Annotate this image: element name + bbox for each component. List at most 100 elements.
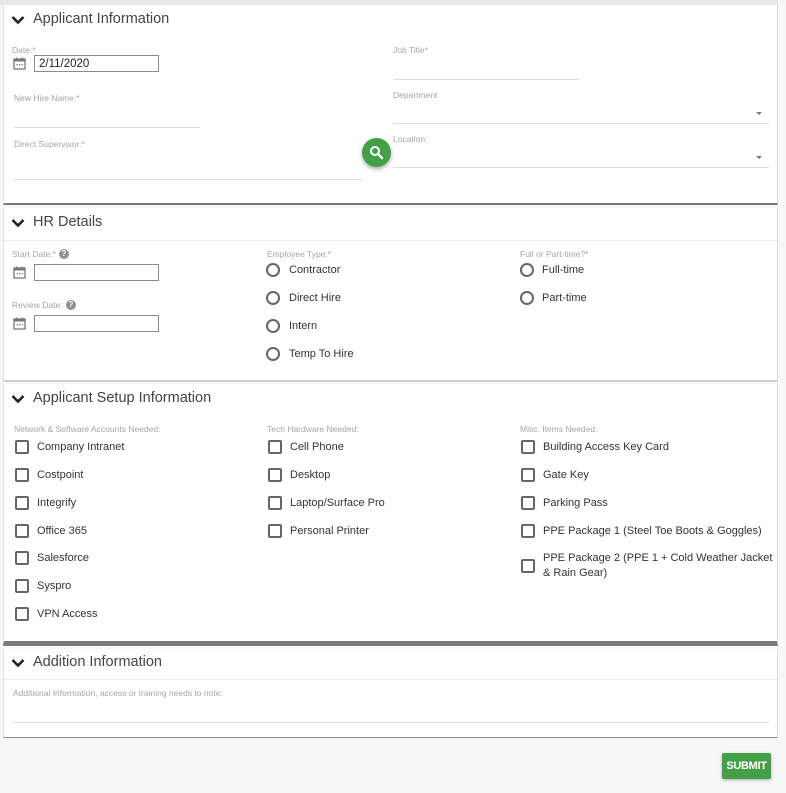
option-label[interactable]: Contractor (289, 263, 340, 278)
date-label: Date:* (12, 45, 36, 55)
calendar-icon[interactable] (13, 57, 26, 70)
radio-button[interactable] (266, 347, 280, 361)
new-hire-name-input[interactable] (14, 103, 200, 127)
hr-details-section: HR Details Start Date:* ? Review Date: ?… (3, 208, 778, 382)
checkbox[interactable] (15, 607, 29, 621)
checkbox[interactable] (15, 468, 29, 482)
help-icon[interactable]: ? (66, 300, 76, 310)
checkbox-label[interactable]: Office 365 (37, 524, 87, 539)
tech-hardware-label: Tech Hardware Needed: (267, 424, 359, 434)
direct-supervisor-input[interactable] (14, 151, 362, 179)
checkbox[interactable] (268, 524, 282, 538)
section-title: Applicant Setup Information (33, 390, 212, 406)
checkbox-label[interactable]: VPN Access (37, 607, 98, 622)
checkbox[interactable] (268, 440, 282, 454)
checkbox-label[interactable]: Desktop (290, 468, 330, 483)
checkbox-label[interactable]: Company Intranet (37, 440, 124, 455)
addition-information-section: Addition Information Additional Informat… (3, 649, 778, 738)
help-icon[interactable]: ? (59, 249, 69, 259)
checkbox-label[interactable]: Parking Pass (543, 496, 608, 511)
checkbox[interactable] (521, 524, 535, 538)
section-header[interactable]: Applicant Information (4, 5, 777, 37)
chevron-down-icon[interactable] (11, 394, 25, 404)
radio-button[interactable] (520, 263, 534, 277)
network-accounts-label: Network & Software Accounts Needed: (14, 424, 161, 434)
department-underline (393, 123, 769, 124)
department-select[interactable] (393, 101, 769, 123)
checkbox[interactable] (268, 468, 282, 482)
department-label: Department (393, 90, 438, 100)
review-date-label: Review Date: (12, 300, 63, 310)
direct-supervisor-label: Direct Supervisor:* (14, 139, 85, 149)
search-icon (370, 146, 384, 160)
additional-notes-input[interactable] (13, 699, 769, 722)
checkbox-label[interactable]: Cell Phone (290, 440, 344, 455)
location-underline (393, 167, 769, 168)
checkbox[interactable] (521, 496, 535, 510)
start-date-input[interactable] (34, 264, 159, 281)
checkbox[interactable] (15, 524, 29, 538)
start-date-label: Start Date:* (12, 249, 56, 259)
radio-button[interactable] (266, 291, 280, 305)
section-header[interactable]: Applicant Setup Information (4, 384, 777, 416)
checkbox[interactable] (15, 551, 29, 565)
date-input[interactable] (34, 55, 159, 72)
section-title: Addition Information (33, 654, 162, 670)
chevron-down-icon[interactable] (11, 218, 25, 228)
review-date-input[interactable] (34, 315, 159, 332)
checkbox-label[interactable]: Integrify (37, 496, 76, 511)
checkbox-label[interactable]: Gate Key (543, 468, 589, 483)
submit-button[interactable]: SUBMIT (722, 753, 771, 779)
option-label[interactable]: Direct Hire (289, 291, 341, 306)
option-label[interactable]: Part-time (542, 291, 587, 306)
calendar-icon[interactable] (13, 266, 26, 279)
option-label[interactable]: Full-time (542, 263, 584, 278)
location-dropdown-caret-icon[interactable] (756, 156, 762, 159)
checkbox[interactable] (268, 496, 282, 510)
checkbox[interactable] (15, 440, 29, 454)
employee-type-label: Employee Type:* (267, 249, 332, 259)
checkbox[interactable] (15, 579, 29, 593)
section-title: Applicant Information (33, 11, 170, 27)
job-title-label: Job Title* (393, 45, 428, 55)
location-label: Location: (393, 134, 428, 144)
chevron-down-icon[interactable] (11, 15, 25, 25)
checkbox[interactable] (521, 440, 535, 454)
checkbox-label-continued[interactable]: & Rain Gear) (543, 566, 607, 581)
misc-items-label: Misc. Items Needed: (520, 424, 598, 434)
additional-notes-underline (13, 722, 769, 723)
department-dropdown-caret-icon[interactable] (756, 112, 762, 115)
direct-supervisor-underline (14, 179, 362, 180)
section-header[interactable]: HR Details (4, 208, 777, 241)
chevron-down-icon[interactable] (11, 658, 25, 668)
radio-button[interactable] (520, 291, 534, 305)
option-label[interactable]: Intern (289, 319, 317, 334)
checkbox-label[interactable]: Building Access Key Card (543, 440, 669, 455)
checkbox[interactable] (521, 559, 535, 573)
radio-button[interactable] (266, 319, 280, 333)
full-part-time-label: Full or Part-time?* (520, 249, 589, 259)
job-title-input[interactable] (393, 55, 579, 79)
checkbox-label[interactable]: PPE Package 2 (PPE 1 + Cold Weather Jack… (543, 551, 772, 566)
checkbox[interactable] (15, 496, 29, 510)
checkbox-label[interactable]: Personal Printer (290, 524, 369, 539)
location-select[interactable] (393, 145, 769, 167)
calendar-icon[interactable] (13, 317, 26, 330)
checkbox-label[interactable]: Costpoint (37, 468, 83, 483)
checkbox[interactable] (521, 468, 535, 482)
supervisor-search-button[interactable] (362, 138, 391, 167)
checkbox-label[interactable]: PPE Package 1 (Steel Toe Boots & Goggles… (543, 524, 762, 539)
applicant-information-section: Applicant Information Date:* New Hire Na… (3, 5, 778, 205)
job-title-underline (393, 79, 579, 80)
option-label[interactable]: Temp To Hire (289, 347, 354, 362)
checkbox-label[interactable]: Salesforce (37, 551, 89, 566)
checkbox-label[interactable]: Syspro (37, 579, 71, 594)
applicant-setup-section: Applicant Setup Information Network & So… (3, 384, 778, 646)
new-hire-name-label: New Hire Name:* (14, 93, 80, 103)
additional-notes-label: Additional Information, access or traini… (13, 688, 223, 698)
checkbox-label[interactable]: Laptop/Surface Pro (290, 496, 385, 511)
section-header[interactable]: Addition Information (4, 649, 777, 680)
radio-button[interactable] (266, 263, 280, 277)
new-hire-name-underline (14, 127, 200, 128)
section-title: HR Details (33, 214, 103, 230)
